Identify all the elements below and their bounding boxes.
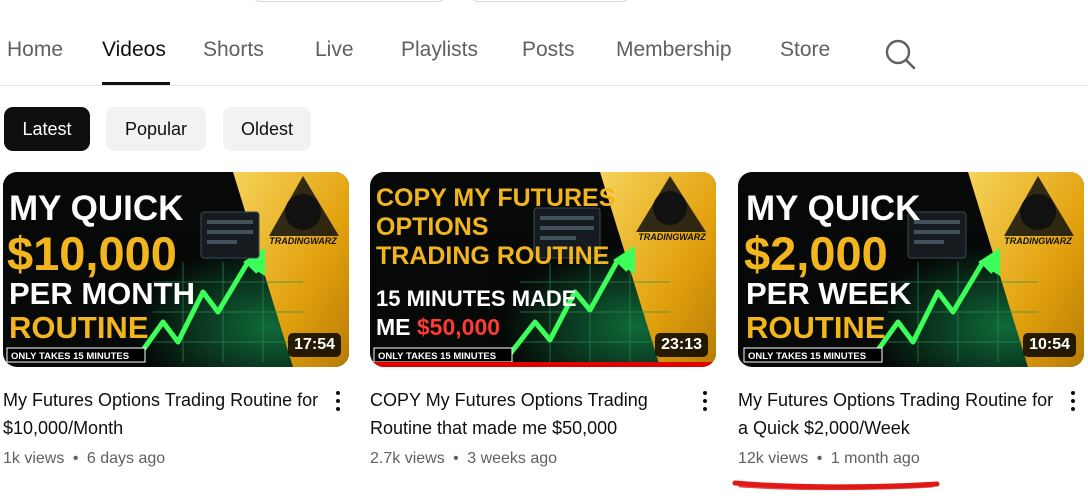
view-count: 1k views [3, 450, 65, 467]
video-menu-button[interactable] [1064, 388, 1082, 416]
thumb-text: ROUTINE [9, 310, 149, 345]
tab-store[interactable]: Store [780, 38, 830, 62]
thumb-text: ROUTINE [746, 310, 886, 345]
meta-separator: • [453, 450, 459, 467]
thumb-text-highlight: $50,000 [417, 314, 500, 340]
active-tab-indicator [102, 82, 170, 85]
video-card[interactable]: TRADINGWARZ MY QUICK $2,000 PER WEEK ROU… [738, 172, 1088, 472]
thumb-text: $2,000 [744, 227, 888, 280]
thumb-text: PER MONTH [9, 276, 195, 311]
brand-logo-text: TRADINGWARZ [1004, 236, 1072, 246]
thumb-text: MY QUICK [746, 189, 920, 228]
video-card[interactable]: TRADINGWARZ MY QUICK $10,000 PER MONTH R… [3, 172, 353, 472]
thumb-text: OPTIONS [376, 213, 489, 241]
upload-age: 3 weeks ago [467, 450, 558, 467]
thumb-text: MY QUICK [9, 189, 183, 228]
channel-tabs: Home Videos Shorts Live Playlists Posts … [0, 0, 1088, 86]
view-count: 12k views [738, 450, 809, 467]
channel-search-button[interactable] [880, 34, 920, 74]
thumb-text: 15 MINUTES MADE [376, 286, 576, 311]
video-metadata: 2.7k views • 3 weeks ago [370, 450, 557, 468]
meta-separator: • [816, 450, 823, 467]
tab-home[interactable]: Home [7, 38, 63, 62]
video-card[interactable]: TRADINGWARZ COPY MY FUTURES OPTIONS TRAD… [370, 172, 720, 472]
thumb-footer-text: ONLY TAKES 15 MINUTES [11, 351, 129, 362]
thumb-text: TRADING ROUTINE [376, 242, 609, 270]
video-metadata: 12k views • 1 month ago [738, 450, 920, 468]
video-duration: 10:54 [1023, 333, 1076, 357]
tab-live[interactable]: Live [315, 38, 354, 62]
video-duration: 23:13 [655, 333, 708, 357]
tab-shorts[interactable]: Shorts [203, 38, 264, 62]
more-vert-icon [329, 391, 347, 411]
tab-posts[interactable]: Posts [522, 38, 575, 62]
upload-age: 6 days ago [86, 450, 166, 467]
tab-membership[interactable]: Membership [616, 38, 732, 62]
more-vert-icon [696, 391, 714, 411]
view-count: 2.7k views [370, 450, 445, 467]
video-thumbnail[interactable]: TRADINGWARZ MY QUICK $2,000 PER WEEK ROU… [738, 172, 1084, 367]
meta-separator: • [72, 450, 79, 467]
video-menu-button[interactable] [696, 388, 714, 416]
video-title[interactable]: COPY My Futures Options Trading Routine … [370, 386, 688, 442]
thumb-text: PER WEEK [746, 276, 912, 311]
video-thumbnail[interactable]: TRADINGWARZ COPY MY FUTURES OPTIONS TRAD… [370, 172, 716, 367]
thumb-text: $10,000 [7, 227, 177, 280]
chip-latest[interactable]: Latest [4, 107, 90, 151]
video-title[interactable]: My Futures Options Trading Routine for $… [3, 386, 321, 442]
chip-oldest[interactable]: Oldest [223, 107, 311, 151]
video-title[interactable]: My Futures Options Trading Routine for a… [738, 386, 1056, 442]
tab-videos[interactable]: Videos [102, 38, 166, 62]
svg-text:ME $50,000: ME $50,000 [376, 314, 500, 340]
video-thumbnail[interactable]: TRADINGWARZ MY QUICK $10,000 PER MONTH R… [3, 172, 349, 367]
video-duration: 17:54 [288, 333, 341, 357]
watch-progress-bar [370, 362, 716, 367]
thumb-footer-text: ONLY TAKES 15 MINUTES [378, 351, 496, 362]
thumb-text: COPY MY FUTURES [376, 184, 615, 212]
upload-age: 1 month ago [830, 450, 920, 467]
more-vert-icon [1064, 391, 1082, 411]
thumb-text: ME [376, 314, 417, 340]
brand-logo-text: TRADINGWARZ [638, 232, 706, 242]
red-underline-annotation [732, 480, 940, 491]
brand-logo-text: TRADINGWARZ [269, 236, 337, 246]
video-metadata: 1k views • 6 days ago [3, 450, 165, 468]
thumb-footer-text: ONLY TAKES 15 MINUTES [748, 351, 866, 362]
video-menu-button[interactable] [329, 388, 347, 416]
chip-popular[interactable]: Popular [106, 107, 206, 151]
tab-playlists[interactable]: Playlists [401, 38, 478, 62]
search-icon [885, 39, 916, 70]
